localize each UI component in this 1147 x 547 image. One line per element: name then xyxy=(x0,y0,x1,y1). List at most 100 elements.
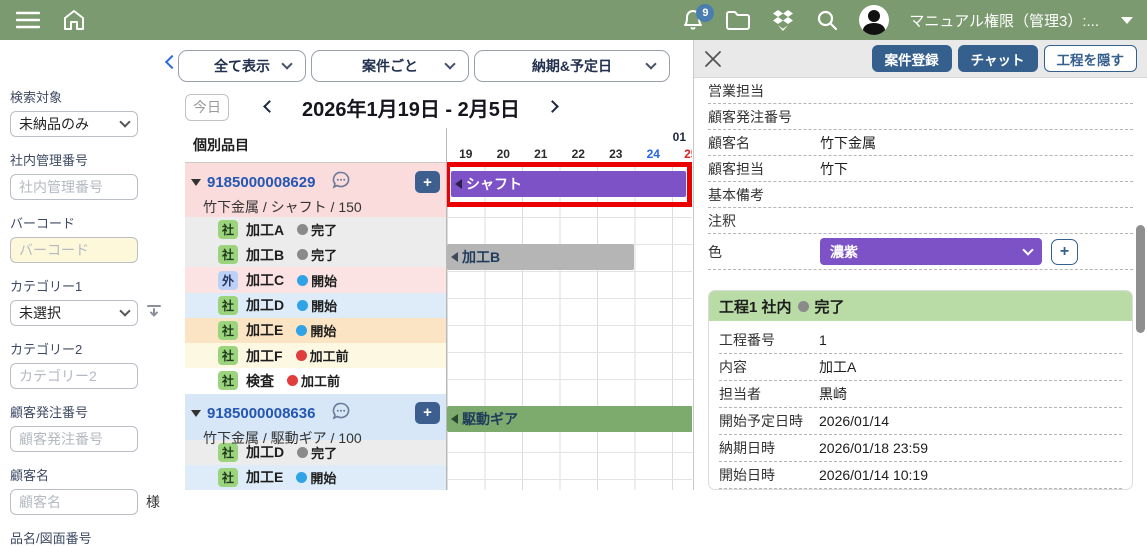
date-cell: 22 xyxy=(560,147,598,161)
process-row[interactable]: 社 加工F 加工前 xyxy=(185,343,446,368)
process-row[interactable]: 社 加工E 開始 xyxy=(185,318,446,343)
item-list-header: 個別品目 xyxy=(185,128,446,163)
user-menu-label[interactable]: マニュアル権限（管理3）:... xyxy=(909,10,1099,31)
field-row[interactable]: 注釈 xyxy=(708,208,1133,234)
status-text: 完了 xyxy=(311,245,337,264)
home-icon[interactable] xyxy=(62,8,86,32)
order-id-link[interactable]: 9185000008629 xyxy=(207,174,315,191)
category2-input[interactable] xyxy=(10,363,138,389)
field-row[interactable]: 顧客担当 竹下 xyxy=(708,156,1133,182)
display-filter-select[interactable]: 全て表示 xyxy=(178,50,306,82)
top-bar: 9 マニュアル権限（管理3）:... xyxy=(0,0,1147,40)
user-avatar[interactable] xyxy=(859,5,889,35)
card-field-row[interactable]: 納期日時 2026/01/18 23:59 xyxy=(719,435,1122,462)
field-label: 開始日時 xyxy=(719,465,819,485)
detail-panel: 案件登録 チャット 工程を隠す 営業担当 顧客発注番号 顧客名 竹下金属 顧客担… xyxy=(693,40,1147,490)
category-download-icon[interactable] xyxy=(146,303,162,323)
dropbox-icon[interactable] xyxy=(771,9,795,32)
add-color-button[interactable]: + xyxy=(1051,239,1078,265)
card-field-row[interactable]: 工程番号 1 xyxy=(719,327,1122,354)
panel-scrollbar-thumb[interactable] xyxy=(1136,225,1145,333)
add-process-button[interactable]: + xyxy=(415,171,440,193)
prev-range-button[interactable] xyxy=(265,98,274,116)
customer-name-input[interactable] xyxy=(10,489,138,515)
date-mode-filter-select[interactable]: 納期&予定日 xyxy=(474,50,670,82)
date-cell: 21 xyxy=(522,147,560,161)
color-select[interactable]: 濃紫 xyxy=(820,238,1042,265)
card-field-row[interactable]: 開始日時 2026/01/14 10:19 xyxy=(719,462,1122,489)
register-order-button[interactable]: 案件登録 xyxy=(872,45,952,72)
gantt-bar-kakou-b[interactable]: 加工B xyxy=(447,244,634,270)
order-id-link[interactable]: 9185000008636 xyxy=(207,405,315,422)
category2-label: カテゴリー2 xyxy=(10,339,177,358)
next-range-button[interactable] xyxy=(548,98,557,116)
card-field-row[interactable]: 担当者 黒崎 xyxy=(719,381,1122,408)
order-row[interactable]: 9185000008629 + 竹下金属 / シャフト / 150 xyxy=(185,163,446,217)
date-mode-filter-value: 納期&予定日 xyxy=(532,56,612,76)
field-row[interactable]: 基本備考 xyxy=(708,182,1133,208)
gantt-section: 全て表示 案件ごと 納期&予定日 今日 2026年1月19日 - 2月5日 個別… xyxy=(185,40,693,490)
chart-row xyxy=(447,353,692,380)
today-button[interactable]: 今日 xyxy=(185,94,229,121)
color-select-value: 濃紫 xyxy=(830,242,858,262)
gantt-bar-drive-gear[interactable]: 駆動ギア xyxy=(447,406,692,432)
field-label: 内容 xyxy=(719,357,819,377)
process-row[interactable]: 外 加工C 開始 xyxy=(185,267,446,292)
close-icon[interactable] xyxy=(704,50,722,68)
field-row[interactable]: 営業担当 xyxy=(708,78,1133,104)
field-label: 工程番号 xyxy=(719,330,819,350)
status-dot xyxy=(297,275,308,286)
hamburger-menu-icon[interactable] xyxy=(16,11,40,29)
date-cell-saturday: 24 xyxy=(635,147,673,161)
chart-row xyxy=(447,218,692,245)
card-field-row[interactable]: 内容 加工A xyxy=(719,354,1122,381)
card-field-row[interactable]: 開始予定日時 2026/01/14 xyxy=(719,408,1122,435)
process-row[interactable]: 社 検査 加工前 xyxy=(185,368,446,393)
process-name: 加工A xyxy=(246,220,284,240)
process-name: 検査 xyxy=(246,371,274,391)
notifications-bell-icon[interactable]: 9 xyxy=(681,8,705,32)
field-value: 加工A xyxy=(819,357,856,377)
chat-bubble-icon[interactable] xyxy=(331,401,351,426)
collapse-caret-icon[interactable] xyxy=(191,179,201,186)
status-dot xyxy=(296,325,307,336)
process-row[interactable]: 社 加工B 完了 xyxy=(185,242,446,267)
process-row[interactable]: 社 加工A 完了 xyxy=(185,217,446,242)
search-target-select[interactable]: 未納品のみ xyxy=(10,111,138,137)
customer-order-no-input[interactable] xyxy=(10,426,138,452)
order-row[interactable]: 9185000008636 + 竹下金属 / 駆動ギア / 100 xyxy=(185,394,446,440)
barcode-input[interactable] xyxy=(10,237,138,263)
gantt-bar-shaft[interactable]: シャフト xyxy=(451,171,686,197)
field-row[interactable]: 顧客名 竹下金属 xyxy=(708,130,1133,156)
color-field-row: 色 濃紫 + xyxy=(708,234,1133,270)
chat-button[interactable]: チャット xyxy=(958,45,1038,72)
add-process-button[interactable]: + xyxy=(415,402,440,424)
customer-name-suffix: 様 xyxy=(146,492,160,512)
folder-icon[interactable] xyxy=(725,9,751,31)
sidebar-collapse-icon[interactable] xyxy=(167,54,177,72)
process-name: 加工C xyxy=(246,270,284,290)
collapse-caret-icon[interactable] xyxy=(191,410,201,417)
date-cell: 23 xyxy=(597,147,635,161)
process-row[interactable]: 社 加工D 開始 xyxy=(185,293,446,318)
chat-bubble-icon[interactable] xyxy=(331,170,351,195)
status-dot xyxy=(297,447,308,458)
process-card-header[interactable]: 工程1 社内 完了 xyxy=(709,291,1132,321)
field-row[interactable]: 顧客発注番号 xyxy=(708,104,1133,130)
field-label: 担当者 xyxy=(719,384,819,404)
category1-select[interactable]: 未選択 xyxy=(10,300,138,326)
internal-id-input[interactable] xyxy=(10,174,138,200)
item-name-label: 品名/図面番号 xyxy=(10,528,177,547)
process-row[interactable]: 社 加工E 開始 xyxy=(185,465,446,490)
bar-start-arrow-icon xyxy=(451,414,458,424)
hide-process-button[interactable]: 工程を隠す xyxy=(1044,45,1138,72)
date-cell: 19 xyxy=(447,147,485,161)
field-label: 顧客担当 xyxy=(708,159,820,179)
user-menu-caret-icon[interactable] xyxy=(1121,17,1133,24)
notification-count-badge: 9 xyxy=(696,4,714,22)
process-card: 工程1 社内 完了 工程番号 1 内容 加工A 担当者 黒崎 開始予定日 xyxy=(708,290,1133,490)
field-label: 顧客発注番号 xyxy=(708,107,820,127)
grouping-filter-select[interactable]: 案件ごと xyxy=(311,50,469,82)
field-label: 顧客名 xyxy=(708,133,820,153)
search-icon[interactable] xyxy=(815,8,839,32)
